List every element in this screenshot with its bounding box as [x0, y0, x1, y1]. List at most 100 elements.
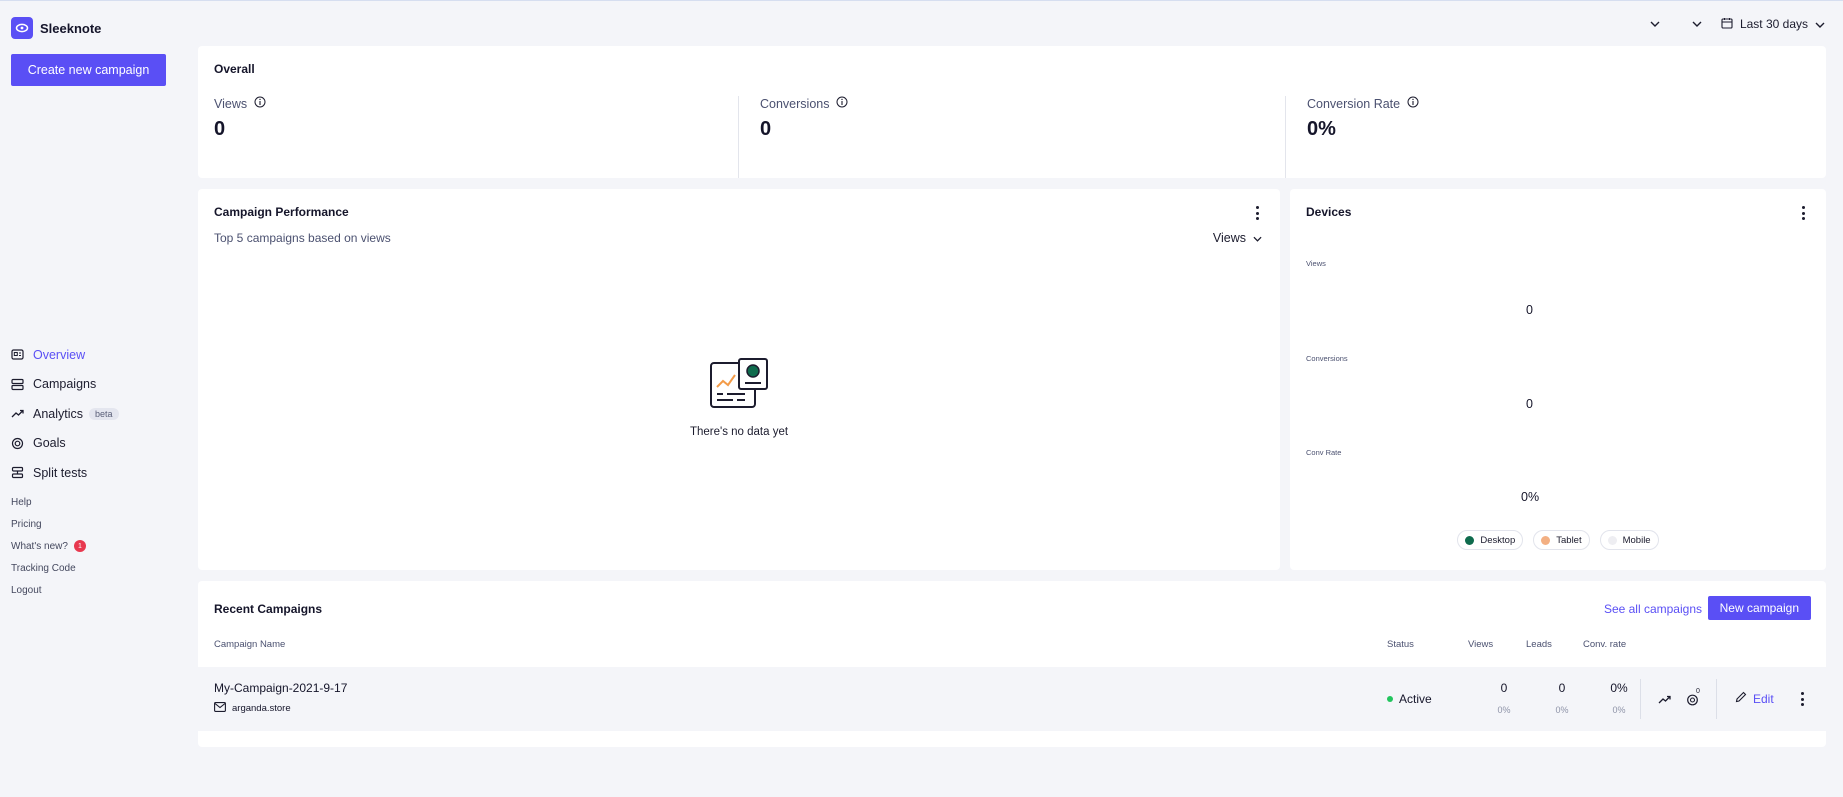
devices-legend: Desktop Tablet Mobile: [1290, 530, 1826, 550]
chevron-down-icon[interactable]: [1647, 16, 1663, 32]
overall-card: Overall Views 0 Conversions 0 Conversion…: [198, 46, 1826, 178]
sidebar-item-label: Split tests: [33, 465, 88, 480]
conversions-value: 0: [760, 118, 772, 140]
sidebar-item-overview[interactable]: Overview: [11, 340, 119, 370]
goals-count: 0: [1696, 688, 1700, 695]
devices-conversions-label: Conversions: [1306, 354, 1348, 363]
help-link[interactable]: Help: [11, 492, 86, 514]
divider: [1285, 96, 1286, 178]
brand-name: Sleeknote: [40, 20, 102, 36]
devices-views-label: Views: [1306, 259, 1326, 268]
goals-count-icon[interactable]: 0: [1686, 688, 1702, 707]
sidebar-item-campaigns[interactable]: Campaigns: [11, 370, 119, 400]
sidebar-item-split-tests[interactable]: Split tests: [11, 458, 119, 488]
more-options-icon[interactable]: [1252, 206, 1262, 220]
info-icon[interactable]: [1407, 96, 1419, 111]
mail-icon: [214, 702, 226, 715]
new-campaign-button[interactable]: New campaign: [1707, 596, 1811, 620]
chevron-down-icon: [1815, 17, 1825, 31]
legend-tablet[interactable]: Tablet: [1533, 530, 1590, 550]
column-header-views: Views: [1468, 639, 1494, 650]
date-range-select[interactable]: Last 30 days: [1721, 17, 1825, 32]
legend-dot: [1541, 535, 1551, 545]
divider: [1640, 679, 1641, 719]
overview-icon: [11, 348, 24, 361]
recent-title: Recent Campaigns: [214, 602, 323, 616]
sidebar-item-label: Overview: [33, 347, 86, 362]
recent-campaigns-card: Recent Campaigns See all campaigns New c…: [198, 581, 1826, 747]
leads-percent: 0%: [1555, 705, 1569, 715]
secondary-nav: Help Pricing What's new? 1 Tracking Code…: [11, 492, 86, 601]
legend-dot: [1465, 535, 1475, 545]
divider: [1716, 679, 1717, 719]
divider: [738, 96, 739, 178]
conv-rate-percent: 0%: [1612, 705, 1626, 715]
beta-badge: beta: [89, 407, 119, 420]
status-label: Active: [1399, 692, 1432, 706]
edit-button[interactable]: Edit: [1735, 691, 1774, 706]
conversion-rate-stat: Conversion Rate 0%: [1307, 46, 1807, 178]
legend-desktop[interactable]: Desktop: [1457, 530, 1524, 550]
column-header-name: Campaign Name: [214, 639, 286, 650]
metric-select[interactable]: Views: [1213, 231, 1262, 245]
pricing-link[interactable]: Pricing: [11, 514, 86, 536]
brand[interactable]: Sleeknote: [11, 17, 101, 39]
logout-link[interactable]: Logout: [11, 579, 86, 601]
column-header-status: Status: [1387, 639, 1414, 650]
performance-title: Campaign Performance: [214, 205, 349, 219]
analytics-trend-icon[interactable]: [1656, 691, 1672, 707]
devices-conversions-value: 0: [1526, 397, 1533, 411]
conv-rate-value: 0%: [1610, 681, 1628, 695]
sidebar-item-label: Goals: [33, 436, 66, 451]
info-icon[interactable]: [836, 96, 848, 111]
sleeknote-logo-icon: [11, 17, 33, 39]
goals-icon: [11, 437, 24, 450]
create-new-campaign-button[interactable]: Create new campaign: [11, 54, 166, 86]
more-options-icon[interactable]: [1798, 206, 1808, 220]
campaign-site: arganda.store: [214, 702, 291, 715]
no-data-illustration-icon: [709, 358, 769, 415]
notification-badge: 1: [73, 540, 86, 553]
performance-subtitle: Top 5 campaigns based on views: [214, 231, 391, 245]
see-all-campaigns-link[interactable]: See all campaigns: [1604, 602, 1702, 616]
whats-new-link[interactable]: What's new? 1: [11, 536, 86, 558]
sidebar-item-label: Analytics: [33, 406, 84, 421]
metric-select-label: Views: [1212, 231, 1246, 245]
sidebar-item-goals[interactable]: Goals: [11, 429, 119, 459]
sidebar-item-analytics[interactable]: Analytics beta: [11, 399, 119, 429]
stat-label: Conversions: [760, 96, 848, 111]
column-header-conv-rate: Conv. rate: [1583, 639, 1627, 650]
split-tests-icon: [11, 466, 24, 479]
devices-conv-rate-value: 0%: [1521, 490, 1540, 504]
legend-label: Mobile: [1622, 534, 1651, 546]
sidebar-item-label: Campaigns: [33, 377, 97, 392]
conversions-label: Conversions: [760, 96, 830, 111]
status-badge: Active: [1387, 692, 1432, 706]
info-icon[interactable]: [254, 96, 266, 111]
views-count: 0: [1500, 681, 1508, 695]
date-range-label: Last 30 days: [1739, 17, 1808, 31]
whats-new-label: What's new?: [11, 540, 68, 552]
analytics-icon: [11, 407, 24, 420]
tracking-code-link[interactable]: Tracking Code: [11, 557, 86, 579]
main-nav: Overview Campaigns Analytics beta Goals: [11, 340, 119, 488]
leads-count: 0: [1558, 681, 1566, 695]
legend-label: Tablet: [1556, 534, 1582, 546]
conversion-rate-value: 0%: [1307, 118, 1336, 140]
campaign-name[interactable]: My-Campaign-2021-9-17: [214, 681, 347, 695]
table-row[interactable]: My-Campaign-2021-9-17 arganda.store Acti…: [198, 667, 1826, 731]
legend-dot: [1607, 535, 1617, 545]
pencil-icon: [1735, 691, 1747, 706]
campaign-site-label: arganda.store: [232, 703, 291, 714]
views-value: 0: [214, 118, 226, 140]
devices-title: Devices: [1306, 205, 1352, 219]
legend-mobile[interactable]: Mobile: [1599, 530, 1659, 550]
empty-state-text: There's no data yet: [689, 426, 789, 438]
more-options-icon[interactable]: [1797, 692, 1807, 706]
campaign-performance-card: Campaign Performance Top 5 campaigns bas…: [198, 189, 1280, 570]
campaigns-icon: [11, 378, 24, 391]
views-percent: 0%: [1497, 705, 1511, 715]
views-label: Views: [214, 96, 248, 111]
chevron-down-icon[interactable]: [1689, 16, 1705, 32]
devices-card: Devices Views 0 Conversions 0 Conv Rate …: [1290, 189, 1826, 570]
